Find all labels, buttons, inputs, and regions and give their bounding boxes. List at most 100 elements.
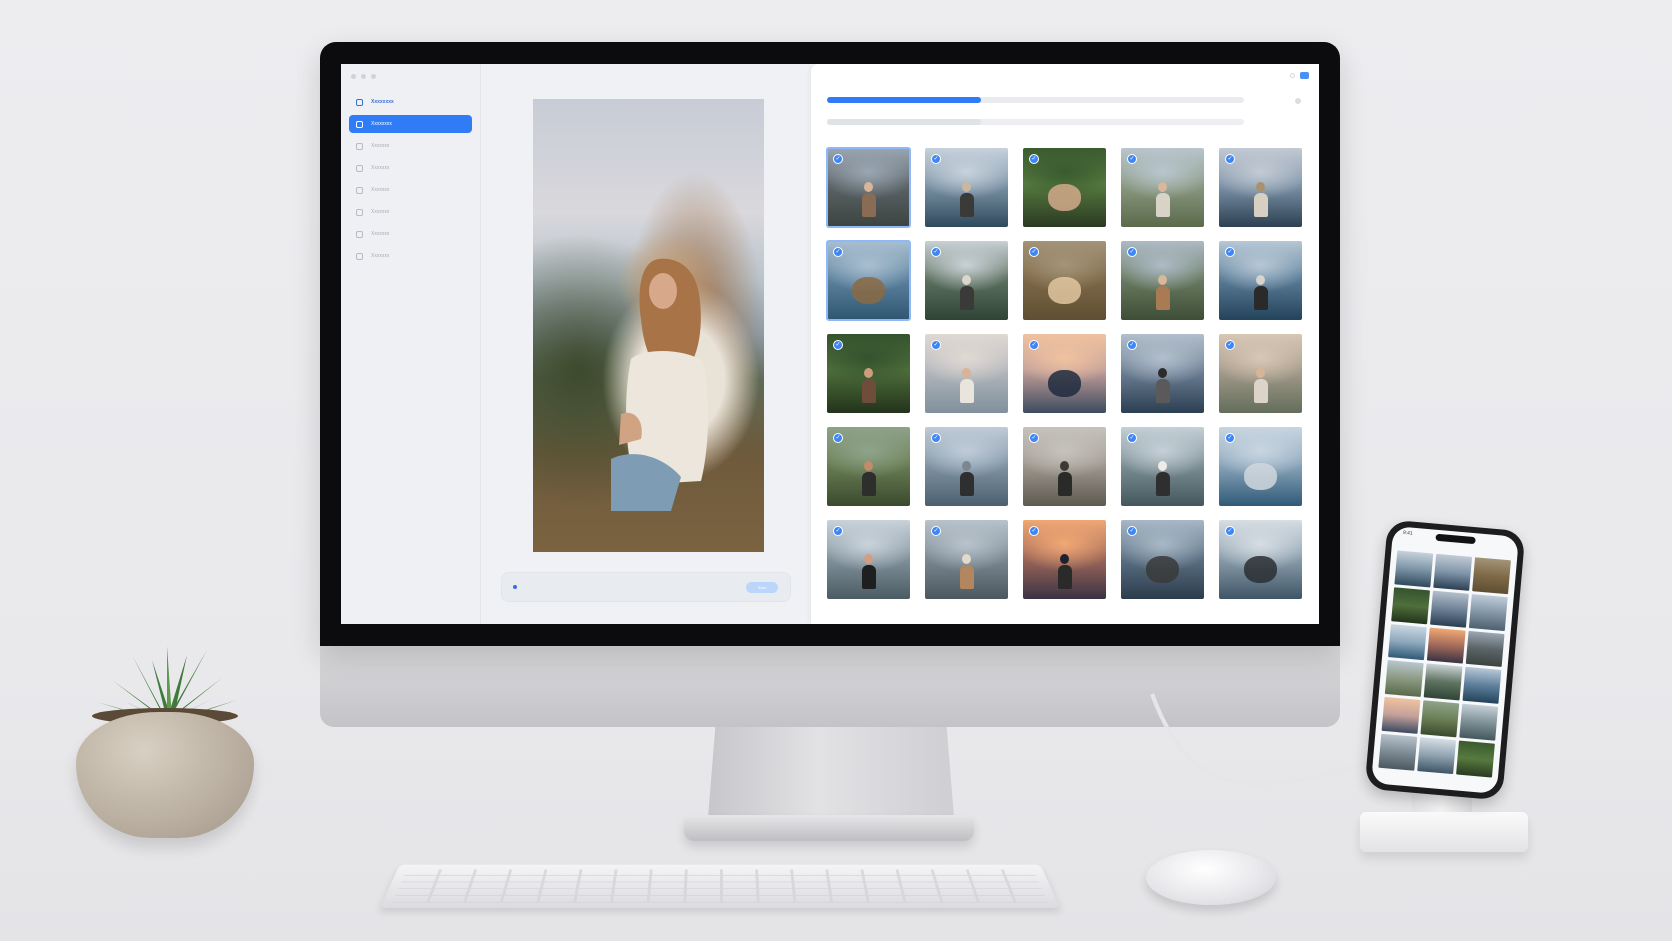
photo-thumbnail[interactable]: ✓ — [1023, 520, 1106, 599]
checkmark-icon[interactable]: ✓ — [833, 433, 843, 443]
photo-thumbnail[interactable]: ✓ — [925, 241, 1008, 320]
checkmark-icon[interactable]: ✓ — [1127, 154, 1137, 164]
sidebar-item-album-2[interactable]: Xxxxxxx — [349, 181, 472, 199]
sidebar-item-trash[interactable]: Xxxxxxx — [349, 247, 472, 265]
photo-thumbnail[interactable]: ✓ — [1219, 241, 1302, 320]
photo-thumbnail[interactable]: ✓ — [1023, 241, 1106, 320]
photo-thumbnail[interactable]: ✓ — [827, 520, 910, 599]
monitor-stand — [708, 726, 954, 818]
checkmark-icon[interactable]: ✓ — [1127, 340, 1137, 350]
photo-thumbnail[interactable]: ✓ — [925, 520, 1008, 599]
keyboard-keys — [392, 869, 1048, 903]
checkmark-icon[interactable]: ✓ — [1225, 340, 1235, 350]
phone-photo-thumbnail[interactable] — [1465, 630, 1505, 668]
photo-thumbnail[interactable]: ✓ — [1023, 148, 1106, 227]
checkmark-icon[interactable]: ✓ — [1225, 154, 1235, 164]
close-window-dot[interactable] — [351, 74, 356, 79]
phone-stand — [1360, 812, 1528, 852]
photo-thumbnail[interactable]: ✓ — [1121, 241, 1204, 320]
prompt-submit-button[interactable]: Xxxx — [746, 582, 778, 593]
phone-photo-thumbnail[interactable] — [1417, 737, 1457, 775]
photo-thumbnail[interactable]: ✓ — [1219, 520, 1302, 599]
sidebar-item-photos[interactable]: Xxxxxxxx — [349, 115, 472, 133]
subject-figure — [1155, 274, 1170, 311]
checkmark-icon[interactable]: ✓ — [833, 340, 843, 350]
phone-photo-thumbnail[interactable] — [1430, 590, 1469, 628]
checkmark-icon[interactable]: ✓ — [833, 247, 843, 257]
keyboard — [380, 864, 1060, 908]
checkmark-icon[interactable]: ✓ — [1225, 526, 1235, 536]
phone-photo-thumbnail[interactable] — [1381, 697, 1421, 735]
info-icon[interactable] — [1290, 73, 1295, 78]
minimize-window-dot[interactable] — [361, 74, 366, 79]
zoom-window-dot[interactable] — [371, 74, 376, 79]
woman-figure — [611, 258, 709, 511]
checkmark-icon[interactable]: ✓ — [1029, 340, 1039, 350]
checkmark-icon[interactable]: ✓ — [931, 247, 941, 257]
checkmark-icon[interactable]: ✓ — [931, 433, 941, 443]
phone-photo-thumbnail[interactable] — [1468, 593, 1508, 631]
chat-icon[interactable] — [1300, 72, 1309, 79]
phone-photo-thumbnail[interactable] — [1420, 700, 1460, 738]
checkmark-icon[interactable]: ✓ — [1029, 433, 1039, 443]
photo-thumbnail[interactable]: ✓ — [826, 240, 911, 321]
checkmark-icon[interactable]: ✓ — [931, 154, 941, 164]
phone-photo-thumbnail[interactable] — [1456, 740, 1495, 778]
checkmark-icon[interactable]: ✓ — [1225, 247, 1235, 257]
checkmark-icon[interactable]: ✓ — [931, 526, 941, 536]
sidebar-item-label: Xxxxxxx — [371, 165, 390, 171]
checkmark-icon[interactable]: ✓ — [1029, 526, 1039, 536]
phone-photo-thumbnail[interactable] — [1472, 557, 1511, 595]
checkmark-icon[interactable]: ✓ — [1127, 247, 1137, 257]
checkmark-icon[interactable]: ✓ — [1029, 247, 1039, 257]
phone-photo-thumbnail[interactable] — [1459, 703, 1499, 741]
photo-thumbnail[interactable]: ✓ — [925, 427, 1008, 506]
photo-thumbnail[interactable]: ✓ — [925, 148, 1008, 227]
photo-thumbnail[interactable]: ✓ — [1023, 334, 1106, 413]
preview-photo[interactable] — [533, 99, 764, 552]
subject-figure — [1253, 181, 1268, 218]
phone-photo-thumbnail[interactable] — [1388, 623, 1427, 661]
checkmark-icon[interactable]: ✓ — [1029, 154, 1039, 164]
phone-photo-thumbnail[interactable] — [1462, 667, 1502, 705]
photo-thumbnail[interactable]: ✓ — [827, 334, 910, 413]
sidebar-item-album-1[interactable]: Xxxxxxx — [349, 159, 472, 177]
more-options-icon[interactable] — [1295, 98, 1301, 104]
phone-photo-thumbnail[interactable] — [1394, 550, 1434, 588]
phone-photo-thumbnail[interactable] — [1378, 733, 1418, 771]
photo-thumbnail[interactable]: ✓ — [827, 427, 910, 506]
checkmark-icon[interactable]: ✓ — [1127, 526, 1137, 536]
photo-thumbnail[interactable]: ✓ — [1219, 148, 1302, 227]
photo-thumbnail[interactable]: ✓ — [826, 147, 911, 228]
prompt-bar[interactable]: Xxxx — [501, 572, 791, 602]
photo-thumbnail[interactable]: ✓ — [1121, 148, 1204, 227]
phone-photo-thumbnail[interactable] — [1423, 663, 1463, 701]
phone-photo-thumbnail[interactable] — [1426, 627, 1466, 665]
photo-thumbnail[interactable]: ✓ — [1121, 520, 1204, 599]
photo-thumbnail[interactable]: ✓ — [1121, 427, 1204, 506]
sidebar-item-album-3[interactable]: Xxxxxxx — [349, 203, 472, 221]
app-window: Xxxxxxxx Xxxxxxxx Xxxxxxx Xxxxxxx Xxxxxx… — [341, 64, 1319, 624]
sidebar-item-label: Xxxxxxx — [371, 209, 390, 215]
phone-photo-thumbnail[interactable] — [1384, 660, 1424, 698]
photo-thumbnail[interactable]: ✓ — [925, 334, 1008, 413]
photos-icon — [356, 120, 363, 128]
photo-thumbnail[interactable]: ✓ — [1023, 427, 1106, 506]
sidebar-item-recent[interactable]: Xxxxxxx — [349, 137, 472, 155]
phone-photo-thumbnail[interactable] — [1391, 587, 1431, 624]
charging-cable — [1150, 693, 1386, 786]
subject-figure — [861, 460, 876, 497]
sidebar-item-library[interactable]: Xxxxxxxx — [349, 93, 472, 111]
photo-thumbnail[interactable]: ✓ — [1219, 427, 1302, 506]
checkmark-icon[interactable]: ✓ — [833, 526, 843, 536]
phone-photo-thumbnail[interactable] — [1433, 553, 1473, 591]
subject-figure — [861, 181, 876, 218]
sidebar-item-album-4[interactable]: Xxxxxxx — [349, 225, 472, 243]
checkmark-icon[interactable]: ✓ — [1225, 433, 1235, 443]
checkmark-icon[interactable]: ✓ — [1127, 433, 1137, 443]
checkmark-icon[interactable]: ✓ — [833, 154, 843, 164]
photo-thumbnail[interactable]: ✓ — [1121, 334, 1204, 413]
photo-thumbnail[interactable]: ✓ — [1219, 334, 1302, 413]
subject-figure — [959, 181, 974, 218]
checkmark-icon[interactable]: ✓ — [931, 340, 941, 350]
